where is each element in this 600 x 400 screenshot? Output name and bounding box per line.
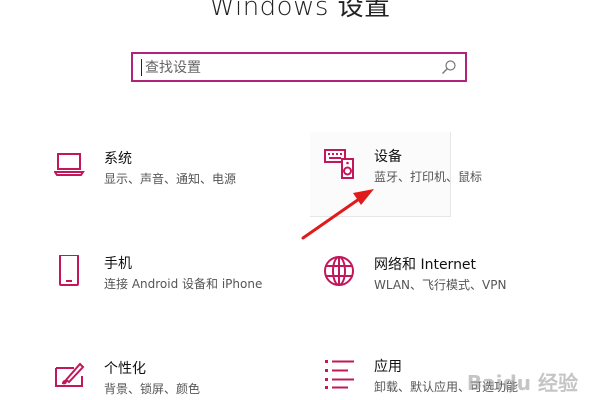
watermark-logo: Baidu 经验 [466,371,578,395]
annotation-arrow-icon [301,189,374,240]
